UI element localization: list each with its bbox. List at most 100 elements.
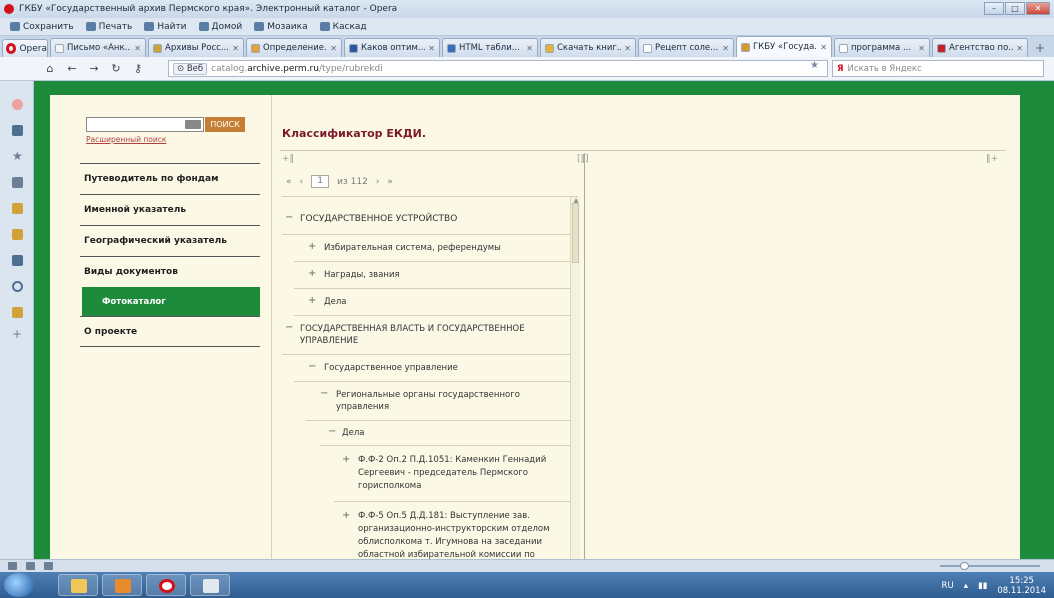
tab-close-icon[interactable]: ✕ [1016,44,1023,53]
nav-item-name-index[interactable]: Именной указатель [80,194,260,225]
keyboard-icon[interactable] [185,120,201,129]
tree-node[interactable]: − Дела [320,421,572,446]
maximize-button[interactable]: □ [1005,2,1025,15]
pane-divider[interactable] [584,153,585,559]
tab-close-icon[interactable]: ✕ [134,44,141,53]
expand-right-icon[interactable]: ‖+ [986,154,998,164]
browser-tab[interactable]: Рецепт соле... ✕ [638,38,734,57]
browser-tab[interactable]: Скачать книг... ✕ [540,38,636,57]
zoom-slider[interactable] [940,565,1040,567]
tree-node[interactable]: + Награды, звания [294,262,572,289]
browser-tab[interactable]: Определение... ✕ [246,38,342,57]
language-indicator[interactable]: RU [942,581,954,591]
expand-icon[interactable]: + [308,268,316,280]
forward-button[interactable]: → [88,62,100,75]
browser-tab[interactable]: программа ... ✕ [834,38,930,57]
taskbar-explorer[interactable] [58,574,98,596]
tree-node[interactable]: + Ф.Ф-2 Оп.2 П.Д.1051: Каменкин Геннадий … [334,446,572,502]
print-button[interactable]: Печать [85,22,132,32]
tree-scrollbar[interactable]: ▲ ▼ [570,197,580,559]
address-field[interactable]: ⊙ Веб catalog.archive.perm.ru/type/rubre… [168,60,828,77]
collapse-icon[interactable]: − [308,361,316,373]
expand-icon[interactable]: + [342,509,350,522]
cascade-button[interactable]: Каскад [319,22,367,32]
clock[interactable]: 15:25 08.11.2014 [997,576,1046,596]
panel-toggle-icon[interactable] [8,562,17,570]
yandex-sidebar-icon[interactable] [12,99,23,110]
tile-button[interactable]: Мозаика [254,22,308,32]
nav-item-photo-catalog[interactable]: Фотокаталог [82,287,260,316]
browser-tab[interactable]: Каков оптим... ✕ [344,38,440,57]
nav-item-document-types[interactable]: Виды документов [80,256,260,287]
advanced-search-link[interactable]: Расширенный поиск [86,135,166,144]
close-button[interactable]: ✕ [1026,2,1050,15]
back-button[interactable]: ← [66,62,78,75]
opera-menu-button[interactable]: Opera [2,39,48,57]
minimize-button[interactable]: – [984,2,1004,15]
zoom-knob[interactable] [960,562,969,570]
expand-left-icon[interactable]: +‖ [282,154,294,164]
reload-button[interactable]: ↻ [110,62,122,75]
tree-node[interactable]: + Ф.Ф-5 Оп.5 Д.Д.181: Выступление зав. ор… [334,502,572,559]
tray-arrow-icon[interactable]: ▴ [964,581,968,591]
tab-close-icon[interactable]: ✕ [918,44,925,53]
page-number-input[interactable]: 1 [311,175,330,188]
last-page-button[interactable]: » [387,177,393,187]
tree-node[interactable]: + Дела [294,289,572,316]
tree-node[interactable]: − Государственное управление [294,355,572,382]
prev-page-button[interactable]: ‹ [300,177,304,187]
key-icon[interactable]: ⚷ [132,62,144,75]
tree-node[interactable]: − Региональные органы государственного уп… [306,382,572,421]
new-tab-button[interactable]: + [1030,40,1050,57]
bookmarks-icon[interactable]: ★ [12,150,23,162]
tree-node[interactable]: − ГОСУДАРСТВЕННАЯ ВЛАСТЬ И ГОСУДАРСТВЕННО… [282,316,572,355]
expand-icon[interactable]: + [308,241,316,253]
browser-tab[interactable]: Архивы Росс... ✕ [148,38,244,57]
downloads-icon[interactable] [12,203,23,214]
next-page-button[interactable]: › [376,177,380,187]
notes-icon[interactable] [12,177,23,188]
network-icon[interactable]: ▮▮ [978,581,987,591]
tree-node[interactable]: + Избирательная система, референдумы [294,235,572,262]
tab-close-icon[interactable]: ✕ [624,44,631,53]
search-button[interactable]: ПОИСК [205,117,245,132]
collapse-icon[interactable]: − [285,212,293,224]
tab-close-icon[interactable]: ✕ [526,44,533,53]
nav-item-about[interactable]: О проекте [80,316,260,347]
collapse-icon[interactable]: − [328,426,336,438]
find-button[interactable]: Найти [144,22,187,32]
taskbar-app[interactable] [190,574,230,596]
site-search-input[interactable] [86,117,204,132]
nav-item-fonds-guide[interactable]: Путеводитель по фондам [80,163,260,194]
collapse-icon[interactable]: − [320,388,328,400]
home-button[interactable]: Домой [198,22,242,32]
taskbar-outlook[interactable] [102,574,142,596]
browser-tab[interactable]: Письмо «Анк... ✕ [50,38,146,57]
cloud-icon[interactable] [26,562,35,570]
nav-item-geo-index[interactable]: Географический указатель [80,225,260,256]
history-icon[interactable] [12,281,23,292]
bookmark-star-icon[interactable]: ★ [810,60,819,71]
collapse-icon[interactable]: − [285,322,293,334]
browser-tab[interactable]: ГКБУ «Госуда... ✕ [736,36,832,57]
tab-close-icon[interactable]: ✕ [722,44,729,53]
tree-node[interactable]: − ГОСУДАРСТВЕННОЕ УСТРОЙСТВО [282,203,572,235]
first-page-button[interactable]: « [286,177,292,187]
add-panel-icon[interactable]: + [12,328,23,340]
tab-close-icon[interactable]: ✕ [428,44,435,53]
expand-icon[interactable]: + [308,295,316,307]
save-button[interactable]: Сохранить [10,22,74,32]
tab-close-icon[interactable]: ✕ [330,44,337,53]
browser-tab[interactable]: HTML табли... ✕ [442,38,538,57]
browser-tab[interactable]: Агентство по... ✕ [932,38,1028,57]
pane-splitter-icon[interactable]: [‖] [577,154,589,164]
start-button[interactable] [4,573,34,597]
tab-close-icon[interactable]: ✕ [820,43,827,52]
scroll-thumb[interactable] [572,203,579,263]
home-icon[interactable]: ⌂ [44,62,56,75]
turbo-icon[interactable] [44,562,53,570]
widgets-icon[interactable] [12,229,23,240]
expand-icon[interactable]: + [342,453,350,466]
tab-close-icon[interactable]: ✕ [232,44,239,53]
panels-icon[interactable] [12,255,23,266]
